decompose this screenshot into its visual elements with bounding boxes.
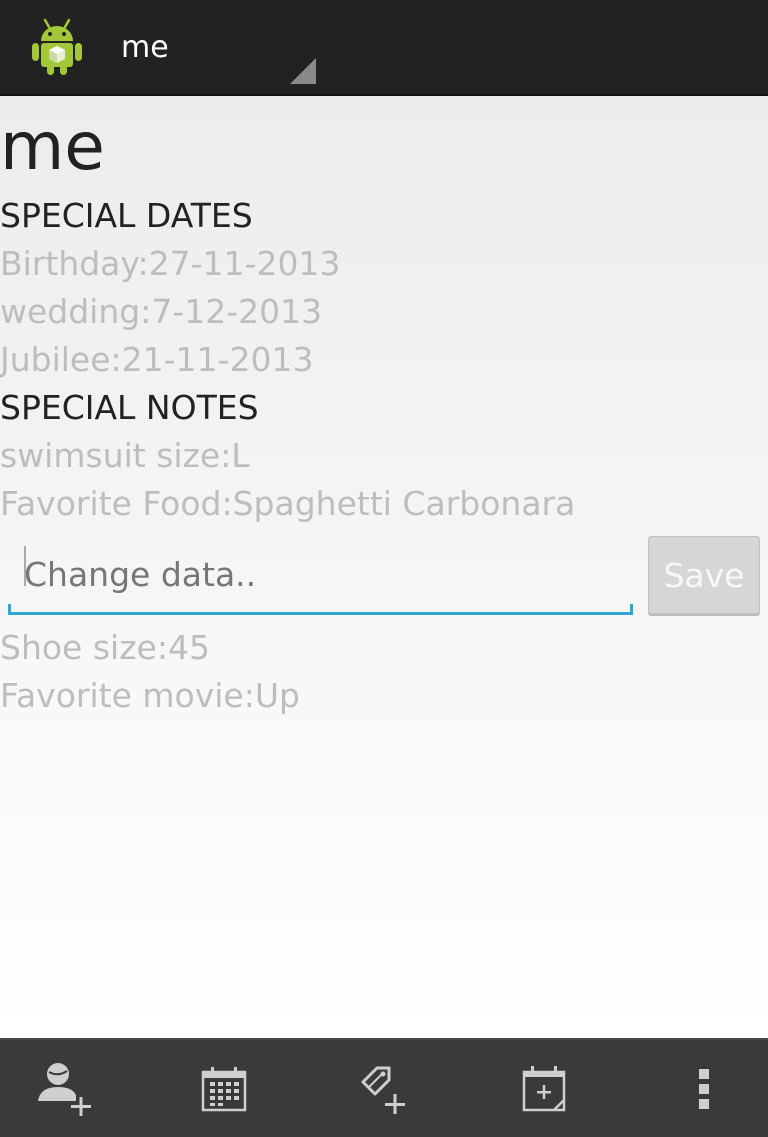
save-button[interactable]: Save	[648, 536, 760, 614]
dropdown-triangle-icon[interactable]	[290, 58, 316, 84]
add-event-button[interactable]	[484, 1040, 604, 1137]
change-data-field	[8, 536, 633, 616]
bottom-action-bar	[0, 1038, 768, 1137]
add-note-icon	[359, 1064, 409, 1114]
contact-name: me	[0, 108, 105, 185]
add-contact-icon	[36, 1061, 94, 1117]
overflow-menu-icon	[697, 1067, 711, 1111]
special-notes-header: SPECIAL NOTES	[0, 388, 259, 427]
action-bar: me	[0, 0, 768, 96]
contact-details: me SPECIAL DATES Birthday:27-11-2013 wed…	[0, 96, 768, 1038]
note-shoe-size: Shoe size:45	[0, 628, 210, 667]
text-cursor	[24, 546, 26, 586]
add-contact-button[interactable]	[5, 1040, 125, 1137]
calendar-button[interactable]	[164, 1040, 284, 1137]
note-swimsuit-size: swimsuit size:L	[0, 436, 250, 475]
date-birthday: Birthday:27-11-2013	[0, 244, 341, 283]
note-favorite-food: Favorite Food:Spaghetti Carbonara	[0, 484, 576, 523]
date-wedding: wedding:7-12-2013	[0, 292, 323, 331]
nav-title[interactable]: me	[121, 30, 169, 65]
overflow-menu-button[interactable]	[644, 1040, 764, 1137]
special-dates-header: SPECIAL DATES	[0, 196, 253, 235]
change-data-input[interactable]	[8, 536, 633, 612]
note-favorite-movie: Favorite movie:Up	[0, 676, 300, 715]
input-underline	[8, 604, 633, 615]
calendar-icon	[201, 1066, 247, 1112]
add-event-icon	[522, 1065, 566, 1113]
add-note-button[interactable]	[324, 1040, 444, 1137]
android-robot-icon[interactable]	[30, 18, 84, 76]
date-jubilee: Jubilee:21-11-2013	[0, 340, 314, 379]
